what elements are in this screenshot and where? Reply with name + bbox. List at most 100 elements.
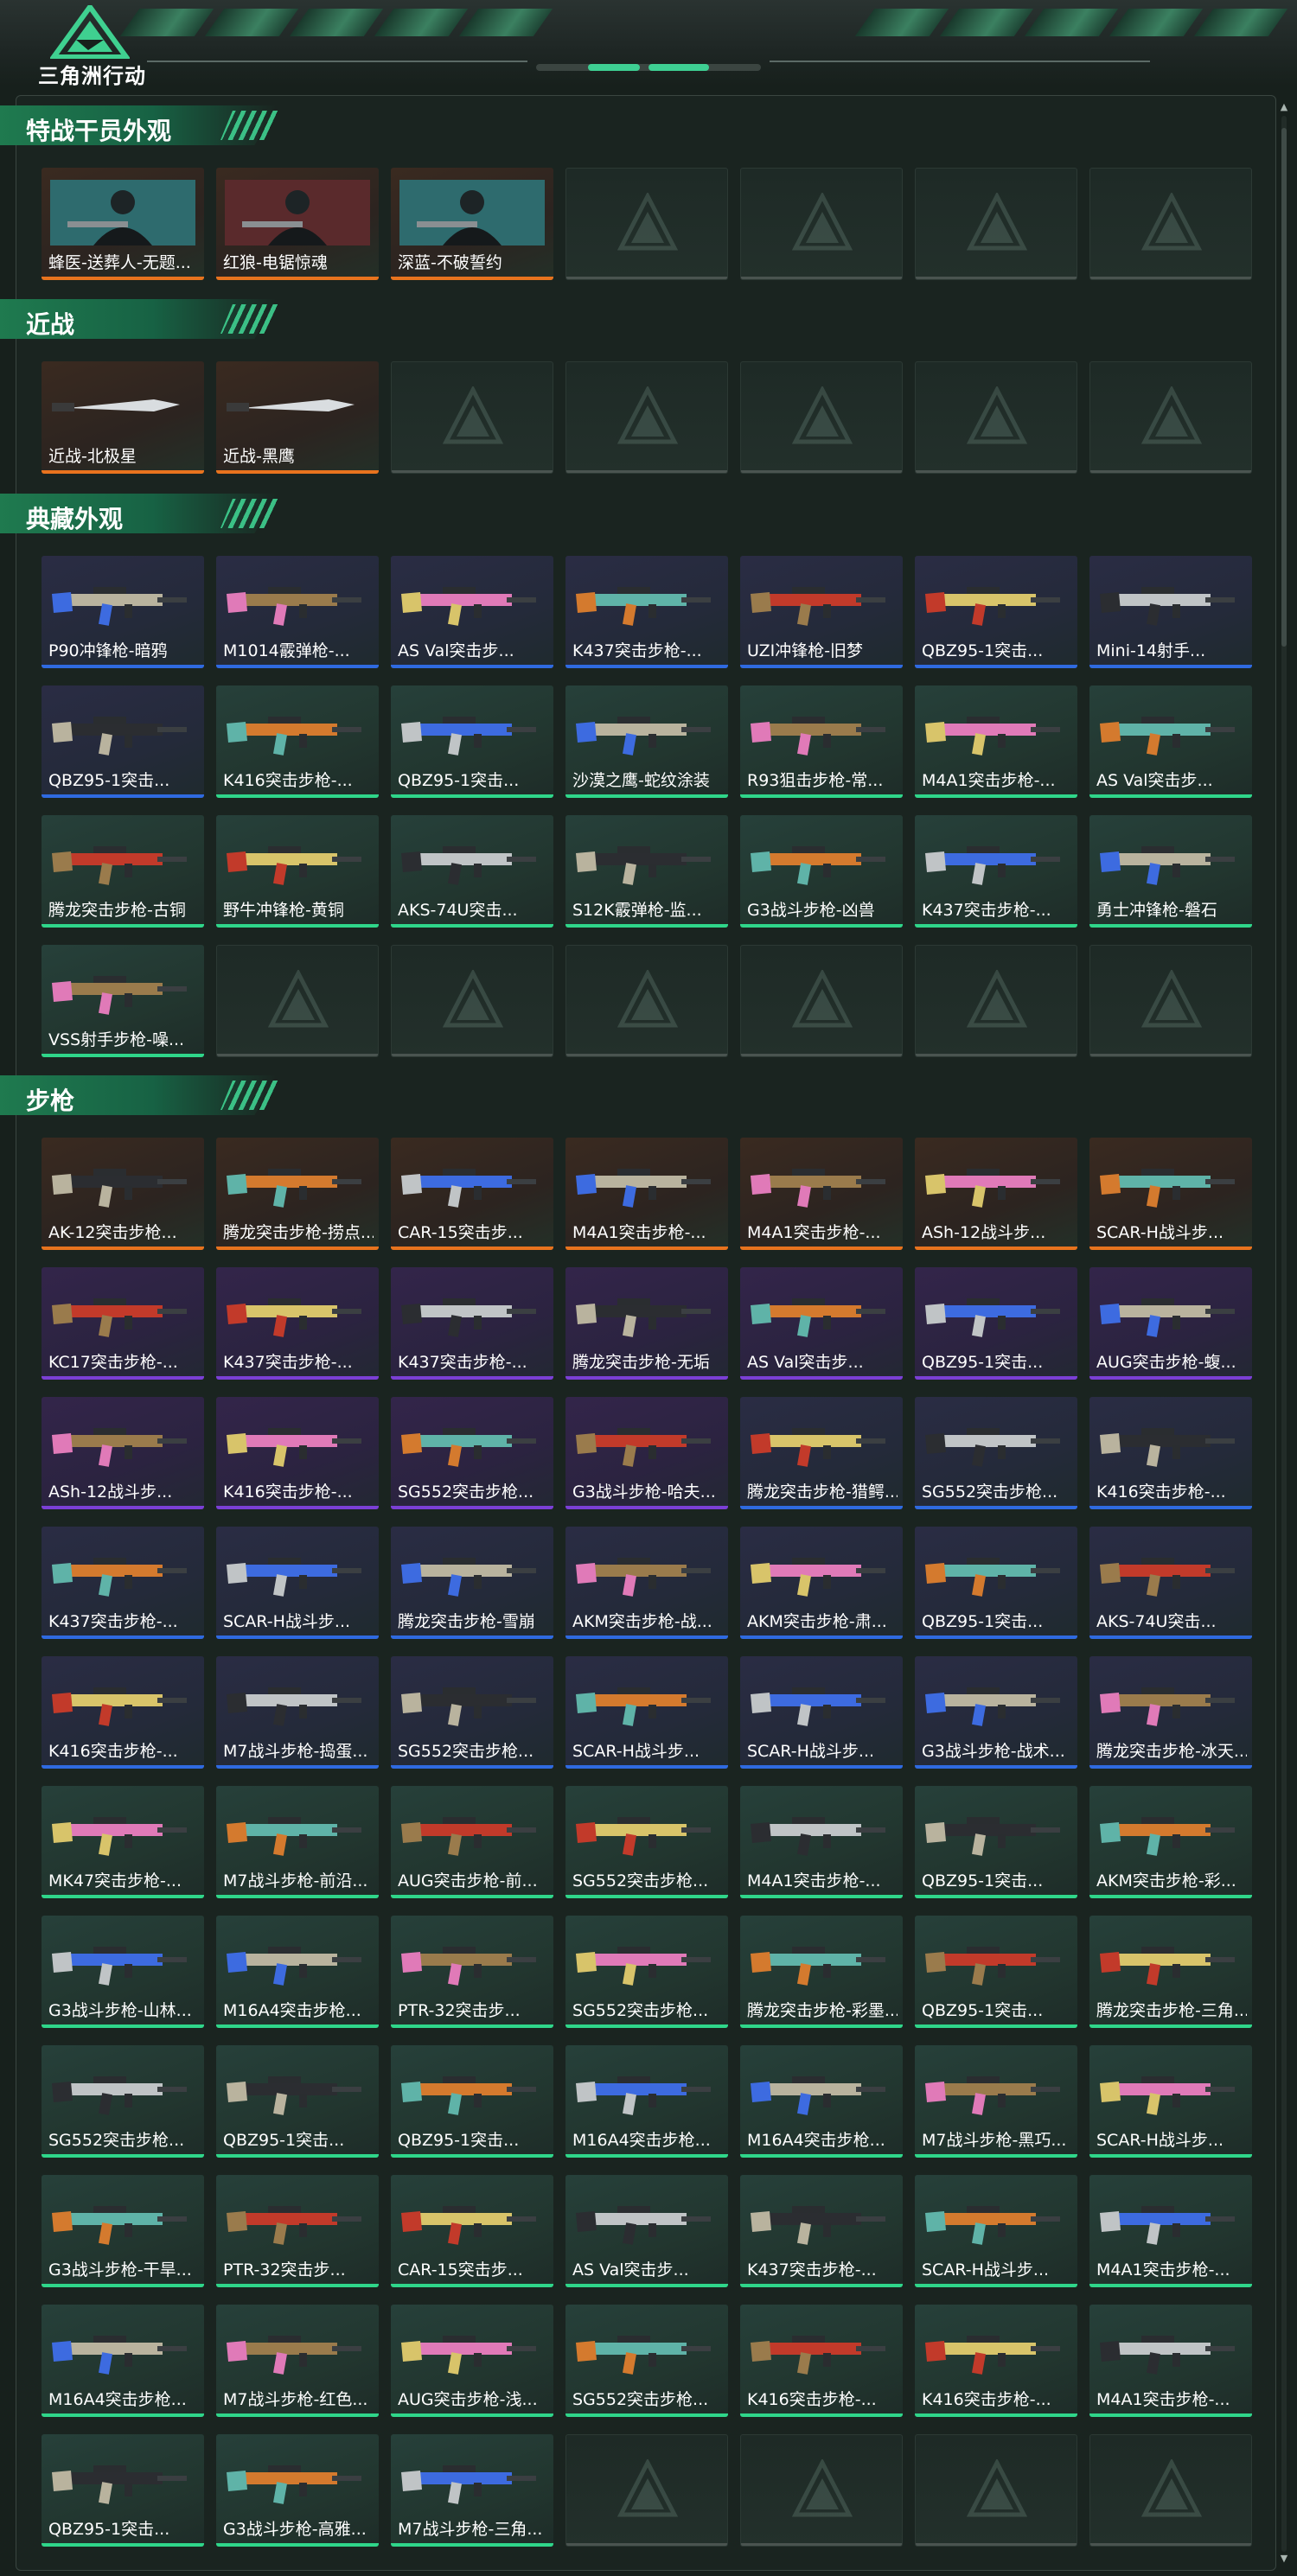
skin-card[interactable]: K437突击步枪-... xyxy=(740,2175,903,2287)
skin-card[interactable]: K437突击步枪-... xyxy=(391,1267,553,1380)
skin-card[interactable]: R93狙击步枪-常... xyxy=(740,685,903,798)
skin-card[interactable]: 勇士冲锋枪-磐石 xyxy=(1089,815,1252,928)
skin-card[interactable]: 近战-北极星 xyxy=(42,361,204,474)
skin-card[interactable]: 红狼-电锯惊魂 xyxy=(216,168,379,280)
skin-card[interactable]: QBZ95-1突击... xyxy=(391,2045,553,2158)
skin-card[interactable]: K416突击步枪-... xyxy=(740,2305,903,2417)
skin-card[interactable]: M4A1突击步枪-... xyxy=(1089,2305,1252,2417)
skin-card[interactable]: G3战斗步枪-干旱... xyxy=(42,2175,204,2287)
skin-card[interactable]: SG552突击步枪... xyxy=(565,2305,728,2417)
skin-card[interactable]: G3战斗步枪-战术... xyxy=(915,1656,1077,1769)
skin-card[interactable]: M4A1突击步枪-... xyxy=(1089,2175,1252,2287)
skin-card[interactable]: MK47突击步枪-... xyxy=(42,1786,204,1898)
skin-card[interactable]: QBZ95-1突击... xyxy=(216,2045,379,2158)
skin-card[interactable]: QBZ95-1突击... xyxy=(42,2434,204,2547)
skin-card[interactable]: K416突击步枪-... xyxy=(216,685,379,798)
skin-card[interactable]: AKM突击步枪-彩... xyxy=(1089,1786,1252,1898)
skin-card[interactable]: M4A1突击步枪-... xyxy=(565,1138,728,1250)
skin-card[interactable]: AK-12突击步枪... xyxy=(42,1138,204,1250)
skin-card[interactable]: AUG突击步枪-蝮... xyxy=(1089,1267,1252,1380)
scrollbar-thumb[interactable] xyxy=(1281,128,1287,647)
skin-card[interactable]: M1014霰弹枪-... xyxy=(216,556,379,668)
skin-card[interactable]: AKM突击步枪-战... xyxy=(565,1527,728,1639)
skin-card[interactable]: SG552突击步枪... xyxy=(565,1786,728,1898)
skin-card[interactable]: SG552突击步枪... xyxy=(391,1656,553,1769)
skin-card[interactable]: AKM突击步枪-肃... xyxy=(740,1527,903,1639)
skin-card[interactable]: K437突击步枪-... xyxy=(915,815,1077,928)
skin-card[interactable]: QBZ95-1突击... xyxy=(42,685,204,798)
skin-card[interactable]: K437突击步枪-... xyxy=(565,556,728,668)
skin-card[interactable]: SCAR-H战斗步... xyxy=(1089,2045,1252,2158)
skin-card[interactable]: 野牛冲锋枪-黄铜 xyxy=(216,815,379,928)
skin-card[interactable]: M4A1突击步枪-... xyxy=(915,685,1077,798)
skin-card[interactable]: SG552突击步枪... xyxy=(565,1916,728,2028)
skin-card[interactable]: 腾龙突击步枪-猎鳄... xyxy=(740,1397,903,1509)
skin-card[interactable]: M16A4突击步枪... xyxy=(42,2305,204,2417)
skin-card[interactable]: AKS-74U突击... xyxy=(391,815,553,928)
skin-card[interactable]: 腾龙突击步枪-无垢 xyxy=(565,1267,728,1380)
skin-card[interactable]: KC17突击步枪-... xyxy=(42,1267,204,1380)
skin-card[interactable]: AKS-74U突击... xyxy=(1089,1527,1252,1639)
skin-card[interactable]: M7战斗步枪-前沿... xyxy=(216,1786,379,1898)
skin-card[interactable]: SG552突击步枪... xyxy=(42,2045,204,2158)
skin-card[interactable]: G3战斗步枪-凶兽 xyxy=(740,815,903,928)
skin-card[interactable]: 蜂医-送葬人-无题... xyxy=(42,168,204,280)
scrollbar[interactable]: ▲ ▼ xyxy=(1278,102,1290,2566)
skin-card[interactable]: ASh-12战斗步... xyxy=(915,1138,1077,1250)
skin-card[interactable]: M16A4突击步枪... xyxy=(740,2045,903,2158)
skin-card[interactable]: SCAR-H战斗步... xyxy=(740,1656,903,1769)
scroll-up-icon[interactable]: ▲ xyxy=(1279,102,1289,112)
skin-card[interactable]: 腾龙突击步枪-古铜 xyxy=(42,815,204,928)
skin-card[interactable]: M7战斗步枪-黑巧... xyxy=(915,2045,1077,2158)
skin-card[interactable]: QBZ95-1突击... xyxy=(915,1786,1077,1898)
skin-card[interactable]: SCAR-H战斗步... xyxy=(915,2175,1077,2287)
skin-card[interactable]: G3战斗步枪-高雅... xyxy=(216,2434,379,2547)
skin-card[interactable]: M4A1突击步枪-... xyxy=(740,1138,903,1250)
skin-card[interactable]: SG552突击步枪... xyxy=(391,1397,553,1509)
skin-card[interactable]: K416突击步枪-... xyxy=(216,1397,379,1509)
skin-card[interactable]: ASh-12战斗步... xyxy=(42,1397,204,1509)
skin-card[interactable]: K416突击步枪-... xyxy=(42,1656,204,1769)
skin-card[interactable]: G3战斗步枪-山林... xyxy=(42,1916,204,2028)
skin-card[interactable]: SCAR-H战斗步... xyxy=(565,1656,728,1769)
skin-card[interactable]: AS Val突击步... xyxy=(1089,685,1252,798)
skin-card[interactable]: 腾龙突击步枪-彩墨... xyxy=(740,1916,903,2028)
skin-card[interactable]: AS Val突击步... xyxy=(391,556,553,668)
skin-card[interactable]: M4A1突击步枪-... xyxy=(740,1786,903,1898)
scroll-down-icon[interactable]: ▼ xyxy=(1279,2554,1289,2564)
skin-card[interactable]: K416突击步枪-... xyxy=(1089,1397,1252,1509)
skin-card[interactable]: 近战-黑鹰 xyxy=(216,361,379,474)
skin-card[interactable]: QBZ95-1突击... xyxy=(915,556,1077,668)
skin-card[interactable]: SCAR-H战斗步... xyxy=(216,1527,379,1639)
skin-card[interactable]: VSS射手步枪-噪... xyxy=(42,945,204,1057)
skin-card[interactable]: AUG突击步枪-浅... xyxy=(391,2305,553,2417)
skin-card[interactable]: 沙漠之鹰-蛇纹涂装 xyxy=(565,685,728,798)
skin-card[interactable]: AS Val突击步... xyxy=(565,2175,728,2287)
skin-card[interactable]: QBZ95-1突击... xyxy=(915,1916,1077,2028)
skin-card[interactable]: M16A4突击步枪... xyxy=(565,2045,728,2158)
skin-card[interactable]: 腾龙突击步枪-冰天... xyxy=(1089,1656,1252,1769)
skin-card[interactable]: 腾龙突击步枪-雪崩 xyxy=(391,1527,553,1639)
skin-card[interactable]: M7战斗步枪-三角... xyxy=(391,2434,553,2547)
skin-card[interactable]: QBZ95-1突击... xyxy=(915,1527,1077,1639)
skin-card[interactable]: AUG突击步枪-前... xyxy=(391,1786,553,1898)
skin-card[interactable]: K437突击步枪-... xyxy=(216,1267,379,1380)
skin-card[interactable]: PTR-32突击步... xyxy=(216,2175,379,2287)
skin-card[interactable]: M7战斗步枪-捣蛋... xyxy=(216,1656,379,1769)
skin-card[interactable]: S12K霰弹枪-监... xyxy=(565,815,728,928)
skin-card[interactable]: 深蓝-不破誓约 xyxy=(391,168,553,280)
skin-card[interactable]: G3战斗步枪-哈夫... xyxy=(565,1397,728,1509)
skin-card[interactable]: P90冲锋枪-暗鸦 xyxy=(42,556,204,668)
skin-card[interactable]: CAR-15突击步... xyxy=(391,2175,553,2287)
skin-card[interactable]: M7战斗步枪-红色... xyxy=(216,2305,379,2417)
skin-card[interactable]: K416突击步枪-... xyxy=(915,2305,1077,2417)
skin-card[interactable]: K437突击步枪-... xyxy=(42,1527,204,1639)
skin-card[interactable]: AS Val突击步... xyxy=(740,1267,903,1380)
skin-card[interactable]: CAR-15突击步... xyxy=(391,1138,553,1250)
skin-card[interactable]: QBZ95-1突击... xyxy=(391,685,553,798)
skin-card[interactable]: Mini-14射手... xyxy=(1089,556,1252,668)
skin-card[interactable]: SG552突击步枪... xyxy=(915,1397,1077,1509)
skin-card[interactable]: 腾龙突击步枪-三角... xyxy=(1089,1916,1252,2028)
skin-card[interactable]: SCAR-H战斗步... xyxy=(1089,1138,1252,1250)
skin-card[interactable]: 腾龙突击步枪-捞点... xyxy=(216,1138,379,1250)
